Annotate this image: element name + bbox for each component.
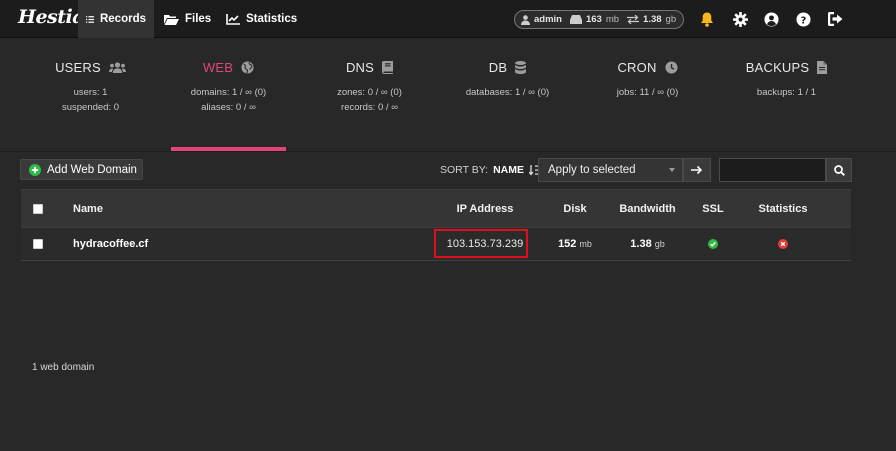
account-user-circle-icon[interactable] [762, 10, 780, 28]
tab-web-title: WEB [202, 59, 234, 75]
add-web-domain-button[interactable]: Add Web Domain [20, 159, 143, 180]
tab-users-stat-1: users: 1 [73, 87, 108, 98]
chart-line-icon [226, 13, 240, 25]
bulk-action-value: Apply to selected [548, 164, 636, 176]
settings-gear-icon[interactable] [731, 10, 749, 28]
search-button[interactable] [826, 158, 852, 182]
folder-open-icon [164, 14, 179, 25]
sort-by-control[interactable]: SORT BY: NAME [440, 164, 539, 176]
sort-by-value: NAME [493, 164, 524, 176]
column-header-ip[interactable]: IP Address [435, 190, 535, 227]
bandwidth-value: 1.38 [630, 238, 652, 250]
bandwidth-usage-unit: gb [665, 14, 677, 25]
username: admin [534, 14, 562, 25]
select-all-checkbox[interactable] [33, 203, 43, 214]
row-checkbox[interactable] [33, 239, 43, 249]
column-header-name[interactable]: Name [73, 190, 103, 227]
search-input[interactable] [719, 158, 826, 182]
nav-statistics[interactable]: Statistics [218, 0, 305, 38]
arrow-right-icon [691, 165, 703, 175]
statistics-status [743, 228, 823, 260]
domain-count: 1 web domain [32, 362, 95, 373]
top-bar: Hestia Records Files Statistics admin 16… [0, 0, 896, 38]
bandwidth-unit: gb [654, 239, 665, 249]
tab-dns-title: DNS [345, 59, 375, 75]
globe-icon [241, 60, 254, 74]
app-logo[interactable]: Hestia [18, 6, 85, 28]
bulk-action-select[interactable]: Apply to selected [538, 158, 683, 182]
apply-bulk-action-button[interactable] [683, 158, 711, 182]
domain-bandwidth-usage: 1.38 gb [610, 228, 685, 260]
tab-backups-stat-1: backups: 1 / 1 [756, 87, 817, 98]
list-icon [86, 15, 94, 23]
tab-dns-stat-2: records: 0 / ∞ [341, 102, 398, 113]
tab-cron-stat-1: jobs: 11 / ∞ (0) [616, 87, 679, 98]
disk-usage-unit: mb [605, 14, 620, 25]
tab-users-title: USERS [55, 59, 101, 75]
search-icon [833, 164, 845, 176]
users-icon [108, 61, 126, 73]
clock-icon [664, 60, 678, 74]
logout-icon[interactable] [826, 10, 844, 28]
section-divider [0, 151, 896, 152]
chevron-down-icon [669, 168, 675, 172]
nav-files-label: Files [185, 13, 212, 25]
column-header-disk[interactable]: Disk [550, 190, 600, 227]
check-circle-icon [708, 239, 718, 249]
ip-highlight-box [434, 229, 528, 258]
tab-db[interactable]: DB databases: 1 / ∞ (0) [450, 58, 565, 100]
disk-usage-value: 163 [585, 14, 602, 25]
tab-cron[interactable]: CRON jobs: 11 / ∞ (0) [590, 58, 705, 100]
tab-dns[interactable]: DNS zones: 0 / ∞ (0) records: 0 / ∞ [312, 58, 427, 115]
column-header-ssl[interactable]: SSL [693, 190, 733, 227]
nav-statistics-label: Statistics [246, 13, 298, 25]
file-icon [817, 60, 828, 74]
bandwidth-usage-value: 1.38 [643, 14, 662, 25]
hdd-icon [569, 15, 582, 24]
nav-records[interactable]: Records [78, 0, 154, 38]
help-question-icon[interactable]: ? [794, 10, 812, 28]
tab-db-stat-1: databases: 1 / ∞ (0) [465, 87, 550, 98]
tab-web[interactable]: WEB domains: 1 / ∞ (0) aliases: 0 / ∞ [171, 58, 286, 115]
tab-backups-title: BACKUPS [745, 59, 810, 75]
add-web-domain-label: Add Web Domain [47, 163, 137, 176]
column-header-bandwidth[interactable]: Bandwidth [610, 190, 685, 227]
sort-by-label: SORT BY: [440, 164, 489, 176]
book-icon [382, 60, 394, 74]
disk-value: 152 [558, 238, 577, 250]
tab-cron-title: CRON [617, 59, 657, 75]
nav-files[interactable]: Files [156, 0, 219, 38]
tab-users-stat-2: suspended: 0 [61, 102, 120, 113]
tab-web-stat-2: aliases: 0 / ∞ [201, 102, 256, 113]
tab-db-title: DB [488, 59, 508, 75]
svg-text:?: ? [800, 15, 806, 26]
disk-unit: mb [579, 239, 592, 249]
table-header: Name IP Address Disk Bandwidth SSL Stati… [21, 189, 851, 227]
user-usage-pill[interactable]: admin 163 mb 1.38 gb [514, 10, 684, 29]
nav-records-label: Records [99, 13, 146, 25]
tab-backups[interactable]: BACKUPS backups: 1 / 1 [729, 58, 844, 100]
ssl-status [693, 228, 733, 260]
tab-dns-stat-1: zones: 0 / ∞ (0) [337, 87, 402, 98]
domain-disk-usage: 152 mb [550, 228, 600, 260]
exchange-icon [627, 15, 640, 24]
tab-users[interactable]: USERS users: 1 suspended: 0 [33, 58, 148, 115]
plus-circle-icon [29, 163, 41, 176]
tab-web-stat-1: domains: 1 / ∞ (0) [190, 87, 267, 98]
user-icon [521, 14, 530, 25]
times-circle-icon [778, 239, 788, 249]
column-header-statistics[interactable]: Statistics [743, 190, 823, 227]
database-icon [515, 60, 527, 74]
notifications-bell-icon[interactable] [698, 10, 716, 28]
domain-name-link[interactable]: hydracoffee.cf [73, 228, 148, 260]
